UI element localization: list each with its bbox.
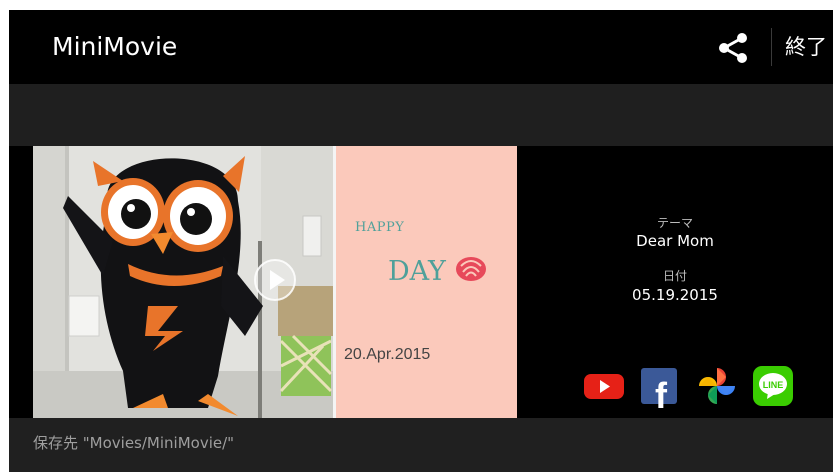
date-label: 日付 — [662, 269, 687, 283]
share-icon — [719, 33, 747, 63]
line-icon[interactable]: LINE — [751, 364, 795, 408]
play-icon[interactable] — [253, 258, 297, 302]
line-label: LINE — [763, 380, 784, 390]
theme-label: テーマ — [656, 216, 693, 230]
google-photos-icon[interactable] — [695, 364, 739, 408]
card-date-text: 20.Apr.2015 — [344, 346, 431, 363]
app-bar: MiniMovie 終了 — [9, 10, 833, 84]
facebook-icon[interactable]: f — [637, 364, 681, 408]
rose-icon — [456, 257, 486, 281]
card-happy-text: HAPPY — [355, 220, 405, 235]
app-title: MiniMovie — [52, 32, 178, 61]
share-button[interactable] — [713, 31, 753, 65]
theme-value: Dear Mom — [636, 232, 714, 250]
exit-button[interactable]: 終了 — [785, 30, 827, 64]
app-bar-divider — [771, 28, 772, 66]
spacer-band — [9, 84, 833, 146]
date-value: 05.19.2015 — [632, 286, 718, 304]
youtube-icon[interactable] — [582, 364, 626, 408]
title-card: HAPPY DAY 20.Apr.2015 — [336, 146, 517, 418]
footer: 保存先 "Movies/MiniMovie/" — [9, 418, 833, 472]
content-area: HAPPY DAY 20.Apr.2015 テーマ Dear Mom 日付 05… — [9, 146, 833, 418]
movie-info-panel: テーマ Dear Mom 日付 05.19.2015 f LINE — [517, 146, 833, 418]
app-screen: MiniMovie 終了 HAPPY DAY 20.Apr.2015 テーマ D… — [9, 10, 833, 472]
save-path-text: 保存先 "Movies/MiniMovie/" — [33, 434, 235, 452]
movie-preview[interactable]: HAPPY DAY 20.Apr.2015 — [33, 146, 517, 418]
facebook-glyph: f — [655, 375, 668, 408]
card-day-text: DAY — [388, 256, 446, 287]
